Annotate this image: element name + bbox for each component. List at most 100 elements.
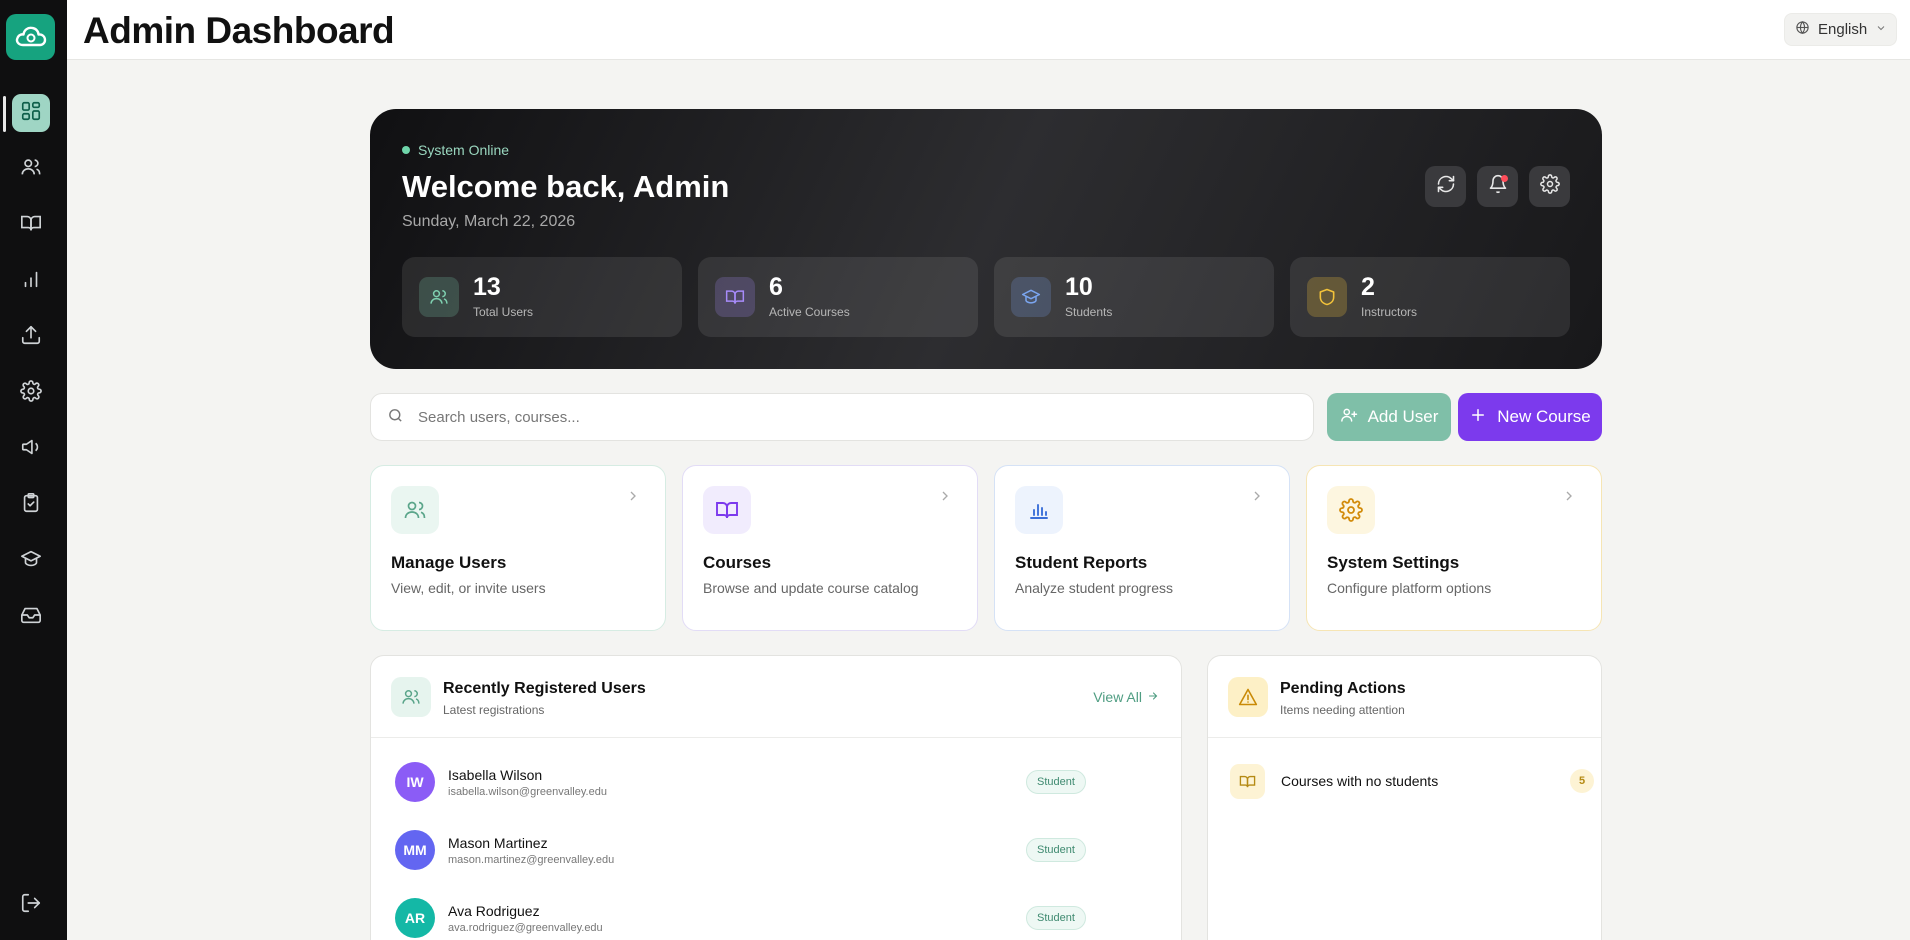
book-open-icon (715, 277, 755, 317)
panel-subtitle: Latest registrations (443, 703, 545, 717)
welcome-hero: System Online Welcome back, Admin Sunday… (370, 109, 1602, 369)
sidebar-item-settings[interactable] (12, 374, 50, 412)
card-title: System Settings (1327, 553, 1460, 572)
recent-users-panel: Recently Registered Users Latest registr… (370, 655, 1182, 940)
status-dot-icon (402, 146, 410, 154)
notifications-button[interactable] (1477, 166, 1518, 207)
user-row[interactable]: IW Isabella Wilson isabella.wilson@green… (395, 762, 1155, 806)
card-description: Browse and update course catalog (703, 580, 919, 596)
user-email: isabella.wilson@greenvalley.edu (448, 786, 607, 798)
sidebar-item-dashboard[interactable] (12, 94, 50, 132)
stat-label: Instructors (1361, 305, 1418, 319)
active-nav-indicator (3, 96, 6, 132)
card-courses[interactable]: Courses Browse and update course catalog (682, 465, 978, 631)
sidebar-item-students[interactable] (12, 542, 50, 580)
role-badge: Student (1026, 906, 1086, 930)
view-all-link[interactable]: View All (1093, 689, 1159, 705)
logout-icon (20, 892, 42, 919)
warning-icon (1228, 677, 1268, 717)
stat-label: Total Users (473, 305, 534, 319)
add-user-label: Add User (1367, 407, 1439, 426)
upload-icon (20, 324, 42, 351)
users-icon (20, 156, 42, 183)
user-name: Ava Rodriguez (448, 903, 540, 919)
card-description: Analyze student progress (1015, 580, 1173, 596)
card-title: Student Reports (1015, 553, 1148, 572)
panel-title: Recently Registered Users (443, 680, 646, 697)
new-course-label: New Course (1497, 407, 1591, 426)
bar-chart-icon (1015, 486, 1063, 534)
gear-icon (1327, 486, 1375, 534)
hero-settings-button[interactable] (1529, 166, 1570, 207)
search-placeholder: Search users, courses... (418, 408, 580, 426)
arrow-right-icon (1147, 689, 1159, 705)
card-title: Courses (703, 553, 772, 572)
megaphone-icon (20, 436, 42, 463)
users-icon (419, 277, 459, 317)
add-user-button[interactable]: Add User (1327, 393, 1451, 441)
book-open-icon (20, 212, 42, 239)
bar-chart-icon (20, 268, 42, 295)
user-email: ava.rodriguez@greenvalley.edu (448, 922, 603, 934)
current-date: Sunday, March 22, 2026 (402, 213, 576, 230)
card-student-reports[interactable]: Student Reports Analyze student progress (994, 465, 1290, 631)
graduation-cap-icon (1011, 277, 1051, 317)
language-label: English (1818, 21, 1868, 38)
search-input[interactable]: Search users, courses... (370, 393, 1314, 441)
user-row[interactable]: MM Mason Martinez mason.martinez@greenva… (395, 830, 1155, 874)
panel-title: Pending Actions (1280, 680, 1406, 697)
stat-students: 10 Students (994, 257, 1274, 337)
chevron-down-icon (1875, 21, 1887, 38)
role-badge: Student (1026, 770, 1086, 794)
stat-instructors: 2 Instructors (1290, 257, 1570, 337)
card-description: View, edit, or invite users (391, 580, 546, 596)
sidebar-item-users[interactable] (12, 150, 50, 188)
user-name: Mason Martinez (448, 835, 548, 851)
stat-value: 13 (473, 273, 501, 301)
chevron-right-icon (1249, 488, 1265, 509)
user-row[interactable]: AR Ava Rodriguez ava.rodriguez@greenvall… (395, 898, 1155, 940)
sidebar-item-courses[interactable] (12, 206, 50, 244)
card-manage-users[interactable]: Manage Users View, edit, or invite users (370, 465, 666, 631)
sidebar-item-reports[interactable] (12, 262, 50, 300)
panel-header: Pending Actions Items needing attention (1208, 656, 1601, 738)
pending-actions-panel: Pending Actions Items needing attention … (1207, 655, 1602, 940)
globe-icon (1795, 20, 1810, 39)
panel-subtitle: Items needing attention (1280, 703, 1405, 717)
pending-item-label: Courses with no students (1281, 773, 1439, 789)
sidebar-item-upload[interactable] (12, 318, 50, 356)
new-course-button[interactable]: New Course (1458, 393, 1602, 441)
stat-value: 10 (1065, 273, 1093, 301)
system-status: System Online (402, 142, 509, 158)
search-icon (387, 407, 404, 428)
refresh-button[interactable] (1425, 166, 1466, 207)
stats-row: 13 Total Users 6 Active Courses 10 Stude… (402, 257, 1570, 337)
cloud-logo-icon[interactable] (6, 14, 55, 60)
card-system-settings[interactable]: System Settings Configure platform optio… (1306, 465, 1602, 631)
stat-value: 6 (769, 273, 783, 301)
stat-total-users: 13 Total Users (402, 257, 682, 337)
chevron-right-icon (1561, 488, 1577, 509)
refresh-icon (1436, 174, 1456, 199)
user-plus-icon (1340, 406, 1358, 429)
user-name: Isabella Wilson (448, 767, 543, 783)
book-open-icon (703, 486, 751, 534)
chevron-right-icon (937, 488, 953, 509)
card-title: Manage Users (391, 553, 507, 572)
clipboard-check-icon (20, 492, 42, 519)
gear-icon (20, 379, 42, 407)
pending-item[interactable]: Courses with no students 5 (1230, 764, 1594, 804)
language-selector[interactable]: English (1784, 13, 1897, 46)
sidebar-item-announcements[interactable] (12, 430, 50, 468)
sidebar-item-inbox[interactable] (12, 598, 50, 636)
book-open-icon (1230, 764, 1265, 799)
stat-label: Active Courses (769, 305, 850, 319)
users-icon (391, 677, 431, 717)
sidebar-item-tasks[interactable] (12, 486, 50, 524)
graduation-cap-icon (20, 548, 42, 575)
users-icon (391, 486, 439, 534)
logout-button[interactable] (12, 886, 50, 924)
avatar: IW (395, 762, 435, 802)
plus-icon (1469, 406, 1487, 429)
avatar: AR (395, 898, 435, 938)
